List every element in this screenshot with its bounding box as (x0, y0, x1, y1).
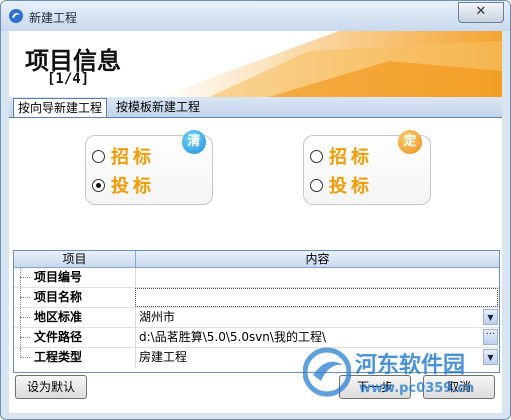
tree-branch (20, 277, 30, 278)
radio-right-toubiao[interactable]: 投标 (310, 173, 373, 197)
project-number-field[interactable] (135, 268, 498, 287)
tab-template[interactable]: 按模板新建工程 (112, 98, 204, 116)
radio-right-zhaobiao[interactable]: 招标 (310, 144, 373, 168)
watermark-brand: 河东软件园 (355, 353, 466, 378)
watermark-url: www.pc0359.cn (359, 381, 475, 396)
project-name-field[interactable] (135, 288, 498, 307)
table-row: 项目名称 (14, 288, 499, 308)
watermark: 河东软件园 www.pc0359.cn (303, 347, 503, 403)
radio-icon[interactable] (92, 149, 105, 163)
tab-wizard[interactable]: 按向导新建工程 (13, 98, 108, 117)
row-label: 项目名称 (34, 290, 83, 304)
bill-type-ding-box: 定 招标 投标 (303, 130, 431, 205)
radio-icon[interactable] (310, 178, 323, 192)
table-row: 项目编号 (14, 268, 499, 288)
radio-checked-icon[interactable] (92, 178, 105, 192)
project-type-value: 房建工程 (139, 350, 188, 364)
table-row: 地区标准 湖州市 ▼ (14, 308, 499, 328)
region-value: 湖州市 (139, 310, 176, 324)
browse-ellipsis-icon[interactable]: ··· (483, 329, 498, 345)
set-default-button[interactable]: 设为默认 (15, 375, 87, 399)
row-label: 文件路径 (34, 330, 83, 344)
app-logo-icon (9, 9, 23, 23)
tree-branch (20, 297, 30, 298)
row-label: 工程类型 (34, 350, 83, 364)
column-header-content: 内容 (135, 251, 499, 267)
radio-label: 招标 (329, 147, 373, 168)
column-header-item: 项目 (62, 252, 87, 266)
header-banner: 项目信息 [1/4] (9, 31, 502, 97)
dialog-window: 新建工程 ✕ 项目信息 [1/4] 按向导新建工程 按模板新建工程 清 招标 投… (0, 0, 511, 420)
radio-left-toubiao[interactable]: 投标 (92, 173, 155, 197)
radio-label: 招标 (111, 147, 155, 168)
radio-label: 投标 (329, 176, 373, 197)
ding-badge-icon: 定 (398, 130, 422, 154)
grid-header: 项目 内容 (14, 251, 499, 268)
window-title: 新建工程 (29, 11, 78, 25)
radio-icon[interactable] (310, 149, 323, 163)
title-bar[interactable]: 新建工程 ✕ (1, 1, 510, 31)
close-button[interactable]: ✕ (458, 2, 504, 23)
tree-branch (20, 357, 30, 358)
tree-branch (20, 337, 30, 338)
step-indicator: [1/4] (47, 71, 90, 87)
tab-bar: 按向导新建工程 按模板新建工程 (9, 97, 502, 118)
file-path-value: d:\品茗胜算\5.0\5.0svn\我的工程\ (139, 330, 327, 344)
table-row: 文件路径 d:\品茗胜算\5.0\5.0svn\我的工程\ ··· (14, 328, 499, 348)
tree-branch (20, 317, 30, 318)
file-path-field[interactable]: d:\品茗胜算\5.0\5.0svn\我的工程\ ··· (135, 328, 498, 347)
bill-type-qing-box: 清 招标 投标 (85, 130, 213, 205)
row-label: 地区标准 (34, 310, 83, 324)
watermark-logo-icon (303, 347, 351, 397)
radio-left-zhaobiao[interactable]: 招标 (92, 144, 155, 168)
radio-label: 投标 (111, 176, 155, 197)
row-label: 项目编号 (34, 270, 83, 284)
qing-badge-icon: 清 (182, 130, 206, 154)
dropdown-arrow-icon[interactable]: ▼ (483, 309, 498, 325)
region-standard-select[interactable]: 湖州市 ▼ (135, 308, 498, 327)
